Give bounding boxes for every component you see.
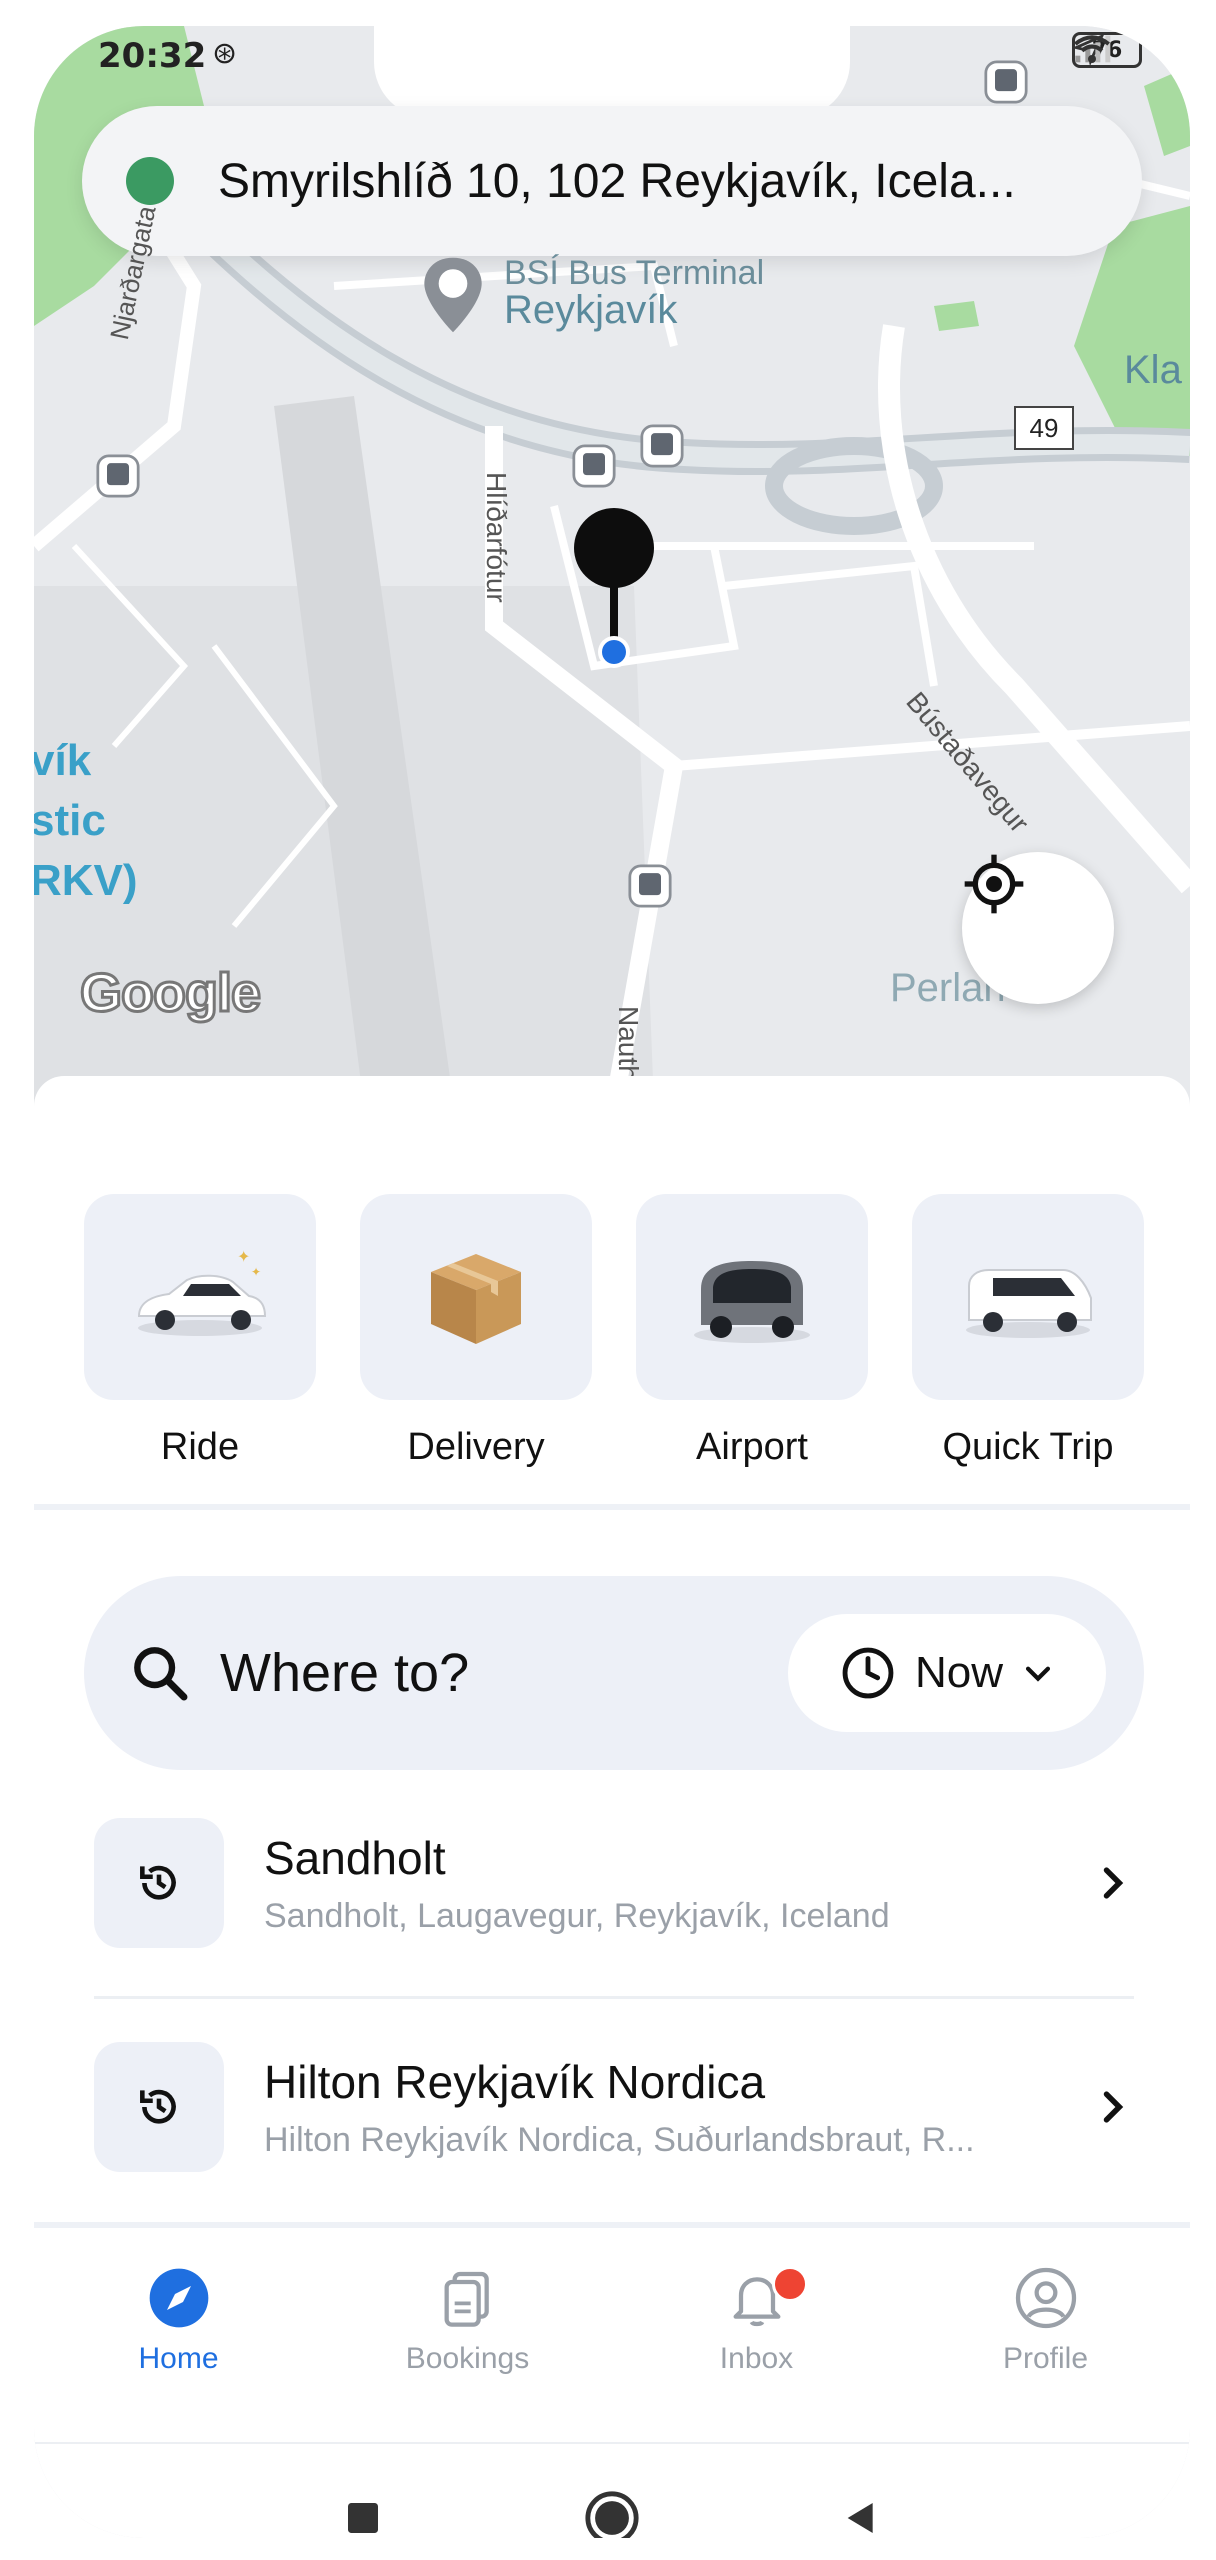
route-shield: 49	[1014, 406, 1074, 450]
home-circle-icon[interactable]	[583, 2489, 641, 2538]
minicar-icon	[694, 1261, 810, 1343]
service-label: Quick Trip	[942, 1426, 1114, 1468]
car-icon: ✦✦	[137, 1247, 267, 1336]
recent-title: Sandholt	[264, 1831, 446, 1884]
camera-notch	[374, 26, 850, 118]
service-label: Delivery	[407, 1426, 545, 1468]
bus-stop-icon[interactable]	[628, 864, 672, 908]
tab-home[interactable]: Home	[34, 2246, 323, 2426]
recent-apps-icon[interactable]	[343, 2498, 383, 2538]
tab-label: Bookings	[405, 2342, 530, 2375]
schedule-time-button[interactable]: Now	[788, 1614, 1106, 1732]
bus-stop-icon[interactable]	[96, 454, 140, 498]
map-label-reykjavik: Reykjavík	[504, 288, 678, 332]
bus-stop-icon[interactable]	[572, 444, 616, 488]
bus-stop-icon[interactable]	[984, 60, 1028, 104]
bottom-sheet: ✦ ✦ Ride Delivery Airport Quick Trip Whe…	[34, 1076, 1190, 2538]
tab-label: Home	[138, 2342, 219, 2375]
pickup-address: Smyrilshlíð 10, 102 Reykjavík, Icela...	[218, 154, 1016, 208]
map-label-nauth: Nauth	[613, 1006, 644, 1081]
map-label-airport-1: vík	[34, 736, 92, 785]
service-label: Airport	[696, 1426, 808, 1468]
row-divider	[94, 1996, 1134, 1999]
search-icon	[134, 1647, 188, 1701]
service-options: ✦ ✦ Ride Delivery Airport Quick Trip	[84, 1194, 1144, 1469]
svg-text:✦: ✦	[251, 1265, 261, 1279]
recent-title: Hilton Reykjavík Nordica	[264, 2055, 766, 2108]
map-label-kla: Kla	[1124, 348, 1182, 392]
destination-search[interactable]: Where to? Now	[84, 1576, 1144, 1770]
status-icons: 76	[1072, 32, 1142, 68]
recent-subtitle: Sandholt, Laugavegur, Reykjavík, Iceland	[264, 1896, 890, 1935]
compass-icon	[149, 2268, 208, 2328]
history-icon	[140, 2089, 176, 2124]
service-card[interactable]	[636, 1194, 868, 1400]
pickup-pin-icon[interactable]	[564, 506, 664, 676]
pickup-address-bar[interactable]: Smyrilshlíð 10, 102 Reykjavík, Icela...	[82, 106, 1142, 256]
map-label-airport-3: RKV)	[34, 856, 138, 905]
back-triangle-icon[interactable]	[841, 2498, 881, 2538]
notification-badge	[772, 2266, 808, 2302]
tab-bookings[interactable]: Bookings	[323, 2246, 612, 2426]
service-card[interactable]: ✦ ✦	[84, 1194, 316, 1400]
section-divider	[34, 1504, 1190, 1510]
bottom-tab-bar: Home Bookings Inbox Profile	[34, 2246, 1190, 2426]
svg-text:✦: ✦	[237, 1247, 250, 1266]
tab-label: Profile	[1002, 2342, 1089, 2375]
chevron-right-icon	[1103, 1867, 1124, 1899]
history-icon	[140, 1865, 176, 1900]
bus-stop-icon[interactable]	[640, 424, 684, 468]
place-marker-icon[interactable]	[418, 252, 488, 338]
wifi-icon	[1074, 35, 1110, 63]
history-icon-tile	[94, 2042, 224, 2172]
map-view[interactable]: 20:32 ⊛ 76 Smyrilshlíð 10, 102 Reykjavík…	[34, 26, 1190, 1106]
service-card[interactable]	[360, 1194, 592, 1400]
tab-profile[interactable]: Profile	[901, 2246, 1190, 2426]
sync-icon: ⊛	[212, 36, 238, 71]
recent-subtitle: Hilton Reykjavík Nordica, Suðurlandsbrau…	[264, 2120, 975, 2159]
tab-inbox[interactable]: Inbox	[612, 2246, 901, 2426]
where-to-placeholder: Where to?	[220, 1643, 470, 1703]
pickup-dot-icon	[126, 157, 174, 205]
recent-destination-item[interactable]: Hilton Reykjavík Nordica Hilton Reykjaví…	[94, 2042, 1134, 2172]
tab-bar-divider	[34, 2222, 1190, 2228]
time-selection-label: Now	[914, 1648, 1004, 1697]
system-navigation-bar	[34, 2442, 1190, 2538]
service-card[interactable]	[912, 1194, 1144, 1400]
history-icon-tile	[94, 1818, 224, 1948]
service-airport[interactable]: Airport	[636, 1194, 868, 1469]
service-ride[interactable]: ✦ ✦ Ride	[84, 1194, 316, 1469]
chevron-right-icon	[1103, 2091, 1124, 2123]
status-time: 20:32	[98, 36, 207, 76]
service-quick-trip[interactable]: Quick Trip	[912, 1194, 1144, 1469]
google-attribution: Google	[79, 962, 263, 1025]
crosshair-icon	[964, 854, 1024, 914]
my-location-button[interactable]	[962, 852, 1114, 1004]
tab-label: Inbox	[719, 2342, 794, 2375]
package-box-icon	[431, 1254, 521, 1344]
service-label: Ride	[160, 1426, 240, 1468]
user-icon	[1015, 2267, 1076, 2329]
map-label-airport-2: stic	[34, 796, 106, 845]
clock-icon	[842, 1647, 894, 1699]
service-delivery[interactable]: Delivery	[360, 1194, 592, 1469]
recent-destination-item[interactable]: Sandholt Sandholt, Laugavegur, Reykjavík…	[94, 1818, 1134, 1948]
map-label-hlidarfotur: Hlíðarfótur	[481, 472, 512, 603]
chevron-down-icon	[1025, 1666, 1051, 1682]
van-icon	[966, 1269, 1092, 1338]
phone-screen: 20:32 ⊛ 76 Smyrilshlíð 10, 102 Reykjavík…	[34, 26, 1190, 2538]
documents-icon	[444, 2271, 489, 2327]
